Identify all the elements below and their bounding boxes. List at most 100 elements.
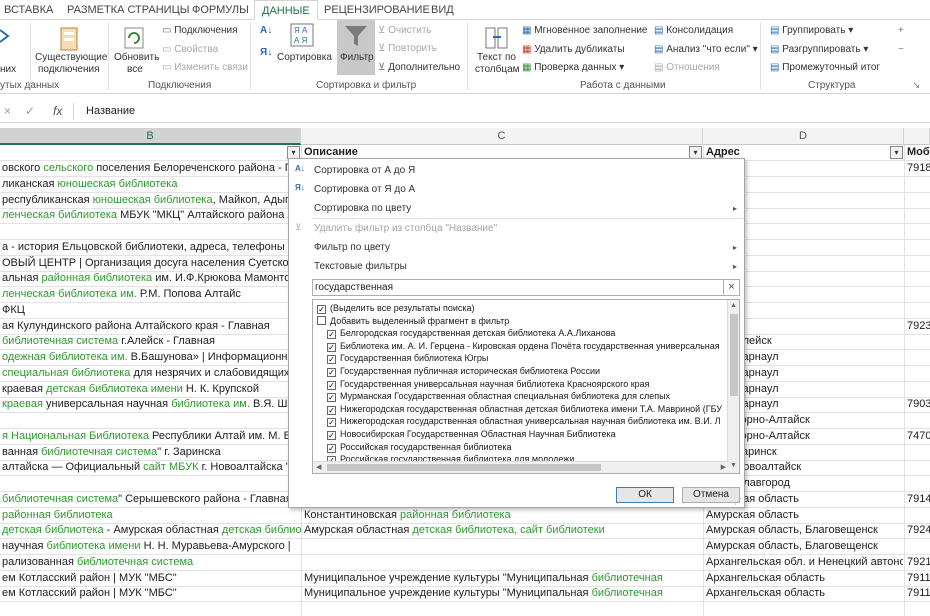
tab-view[interactable]: ВИД xyxy=(431,0,454,20)
cell-b[interactable] xyxy=(0,224,301,240)
advanced-button[interactable]: ⊻ Дополнительно xyxy=(378,62,460,73)
outline-show-detail-icon[interactable]: + xyxy=(898,25,904,36)
refresh-all-label[interactable]: все xyxy=(127,64,143,75)
cell-b[interactable]: краевая универсальная научная библиотека… xyxy=(0,397,301,413)
cell-e[interactable] xyxy=(905,413,930,429)
cell-e[interactable]: 79182 xyxy=(905,161,930,177)
filter-value-item[interactable]: ✓ Государственная универсальная научная б… xyxy=(317,378,650,390)
cell-e[interactable] xyxy=(905,193,930,209)
tab-review[interactable]: РЕЦЕНЗИРОВАНИЕ xyxy=(324,0,430,20)
header-cell-b[interactable] xyxy=(0,145,301,161)
list-horizontal-scrollbar[interactable]: ◀ ▶ xyxy=(313,461,729,473)
cell-e[interactable] xyxy=(905,366,930,382)
cell-b[interactable]: республиканская юношеская библиотека, Ма… xyxy=(0,193,301,209)
clear-search-icon[interactable]: × xyxy=(723,280,739,295)
scroll-thumb[interactable] xyxy=(730,314,738,396)
filter-by-color-item[interactable]: Фильтр по цвету xyxy=(314,242,390,253)
cell-c[interactable]: Амурская областная детская библиотека, с… xyxy=(302,523,702,539)
cell-d[interactable]: Архангельская область xyxy=(704,586,903,602)
cell-b[interactable]: ленческая библиотека МБУК "МКЦ" Алтайско… xyxy=(0,208,301,224)
sort-dialog-icon[interactable]: Я АА Я xyxy=(290,23,316,49)
remove-duplicates-button[interactable]: ▦ Удалить дубликаты xyxy=(522,44,625,55)
checkbox-checked-icon[interactable]: ✓ xyxy=(327,443,336,453)
filter-values-list[interactable]: ✓ (Выделить все результаты поиска) Добавит… xyxy=(312,299,740,474)
what-if-button[interactable]: ▤ Анализ "что если" ▾ xyxy=(654,44,758,55)
cell-e[interactable] xyxy=(905,508,930,524)
group-button[interactable]: ▤ Группировать ▾ xyxy=(770,25,853,36)
column-header-b[interactable]: B xyxy=(0,128,301,145)
checkbox-checked-icon[interactable]: ✓ xyxy=(327,393,336,403)
checkbox-checked-icon[interactable]: ✓ xyxy=(327,330,336,340)
edit-links-button[interactable]: ▭ Изменить связи xyxy=(162,62,248,73)
cell-e[interactable] xyxy=(905,382,930,398)
header-cell-e[interactable]: Моб xyxy=(905,145,930,161)
cell-e[interactable]: 74701 xyxy=(905,429,930,445)
cell-e[interactable] xyxy=(905,303,930,319)
checkbox-checked-icon[interactable]: ✓ xyxy=(327,368,336,377)
filter-value-item[interactable]: ✓ Новосибирская Государственная Областная… xyxy=(317,428,616,440)
cell-d[interactable]: Амурская область xyxy=(704,508,903,524)
cell-b[interactable]: а - история Ельцовской библиотеки, адрес… xyxy=(0,240,301,256)
tab-data[interactable]: ДАННЫЕ xyxy=(254,0,318,20)
cell-b[interactable]: библиотечная система г.Алейск - Главная xyxy=(0,334,301,350)
resize-grip-icon[interactable]: ⋰ xyxy=(734,497,742,506)
filter-value-item[interactable]: ✓ Белгородская государственная детская би… xyxy=(317,327,615,340)
checkbox-checked-icon[interactable]: ✓ xyxy=(327,431,336,440)
clear-button[interactable]: ⊻ Очистить xyxy=(378,25,432,36)
cell-c[interactable] xyxy=(302,539,702,555)
column-header-d[interactable]: D xyxy=(703,128,904,145)
cell-e[interactable] xyxy=(905,539,930,555)
text-to-columns-label2[interactable]: столбцам xyxy=(475,64,520,75)
cell-c[interactable]: Константиновская районная библиотека xyxy=(302,508,702,524)
ok-button[interactable]: ОК xyxy=(616,487,674,503)
cell-b[interactable]: ая Кулундинского района Алтайского края … xyxy=(0,319,301,335)
cell-e[interactable] xyxy=(905,224,930,240)
cell-e[interactable] xyxy=(905,208,930,224)
filter-value-item[interactable]: Добавить выделенный фрагмент в фильтр xyxy=(317,315,509,327)
h-scroll-thumb[interactable] xyxy=(327,464,601,471)
cell-b[interactable]: альная районная библиотека им. И.Ф.Крюко… xyxy=(0,271,301,287)
outline-launcher-icon[interactable]: ↘ xyxy=(912,80,920,91)
filter-dropdown-d-icon[interactable]: ▾ xyxy=(890,146,903,159)
column-header-c[interactable]: C xyxy=(301,128,703,145)
sort-by-color-item[interactable]: Сортировка по цвету xyxy=(314,203,411,214)
insert-function-icon[interactable]: fx xyxy=(53,104,62,118)
data-validation-button[interactable]: ▦ Проверка данных ▾ xyxy=(522,62,624,73)
cell-b[interactable]: районная библиотека xyxy=(0,508,301,524)
cell-b[interactable]: научная библиотека имени Н. Н. Муравьева… xyxy=(0,539,301,555)
filter-value-item[interactable]: ✓ Нижегородская государственная областная… xyxy=(317,415,721,428)
cell-b[interactable]: алтайска — Официальный сайт МБУК г. Ново… xyxy=(0,460,301,476)
cell-e[interactable] xyxy=(905,350,930,366)
cell-e[interactable] xyxy=(905,271,930,287)
cell-e[interactable] xyxy=(905,334,930,350)
filter-value-item[interactable]: ✓ Государственная библиотека Югры xyxy=(317,352,488,365)
clear-filter-item[interactable]: Удалить фильтр из столбца "Название" xyxy=(314,223,497,234)
filter-search-input[interactable]: государственная xyxy=(315,282,393,293)
cell-d[interactable]: Архангельская область xyxy=(704,571,903,587)
properties-button[interactable]: ▭ Свойства xyxy=(162,44,218,55)
checkbox-unchecked-icon[interactable] xyxy=(317,315,326,325)
reapply-button[interactable]: ⊻ Повторить xyxy=(378,43,437,54)
cell-b[interactable]: ФКЦ xyxy=(0,303,301,319)
enter-icon[interactable]: ✓ xyxy=(25,104,35,118)
filter-value-item[interactable]: ✓ Мурманская Государственная областная сп… xyxy=(317,390,670,403)
cell-e[interactable] xyxy=(905,240,930,256)
filter-value-item[interactable]: ✓ Российская государственная библиотека xyxy=(317,441,512,453)
consolidate-button[interactable]: ▤ Консолидация xyxy=(654,25,733,36)
text-filters-item[interactable]: Текстовые фильтры xyxy=(314,261,407,272)
relationships-button[interactable]: ▤ Отношения xyxy=(654,62,720,73)
text-to-columns-label[interactable]: Текст по xyxy=(477,52,516,63)
connections-button[interactable]: ▭ Подключения xyxy=(162,25,238,36)
connections-label[interactable]: подключения xyxy=(38,64,100,75)
cancel-button[interactable]: Отмена xyxy=(682,487,740,503)
checkbox-checked-icon[interactable]: ✓ xyxy=(327,418,336,428)
sort-button[interactable]: Сортировка xyxy=(277,52,332,63)
filter-value-item[interactable]: ✓ Государственная публичная историческая … xyxy=(317,365,600,377)
cell-e[interactable] xyxy=(905,177,930,193)
ungroup-button[interactable]: ▤ Разгруппировать ▾ xyxy=(770,44,868,55)
external-data-icon[interactable] xyxy=(0,26,14,46)
refresh-label[interactable]: Обновить xyxy=(114,52,159,63)
cell-d[interactable]: Амурская область, Благовещенск xyxy=(704,539,903,555)
cell-b[interactable]: ем Котласский район | МУК "МБС" xyxy=(0,571,301,587)
cell-b[interactable]: библиотечная система" Серышевского район… xyxy=(0,492,301,508)
